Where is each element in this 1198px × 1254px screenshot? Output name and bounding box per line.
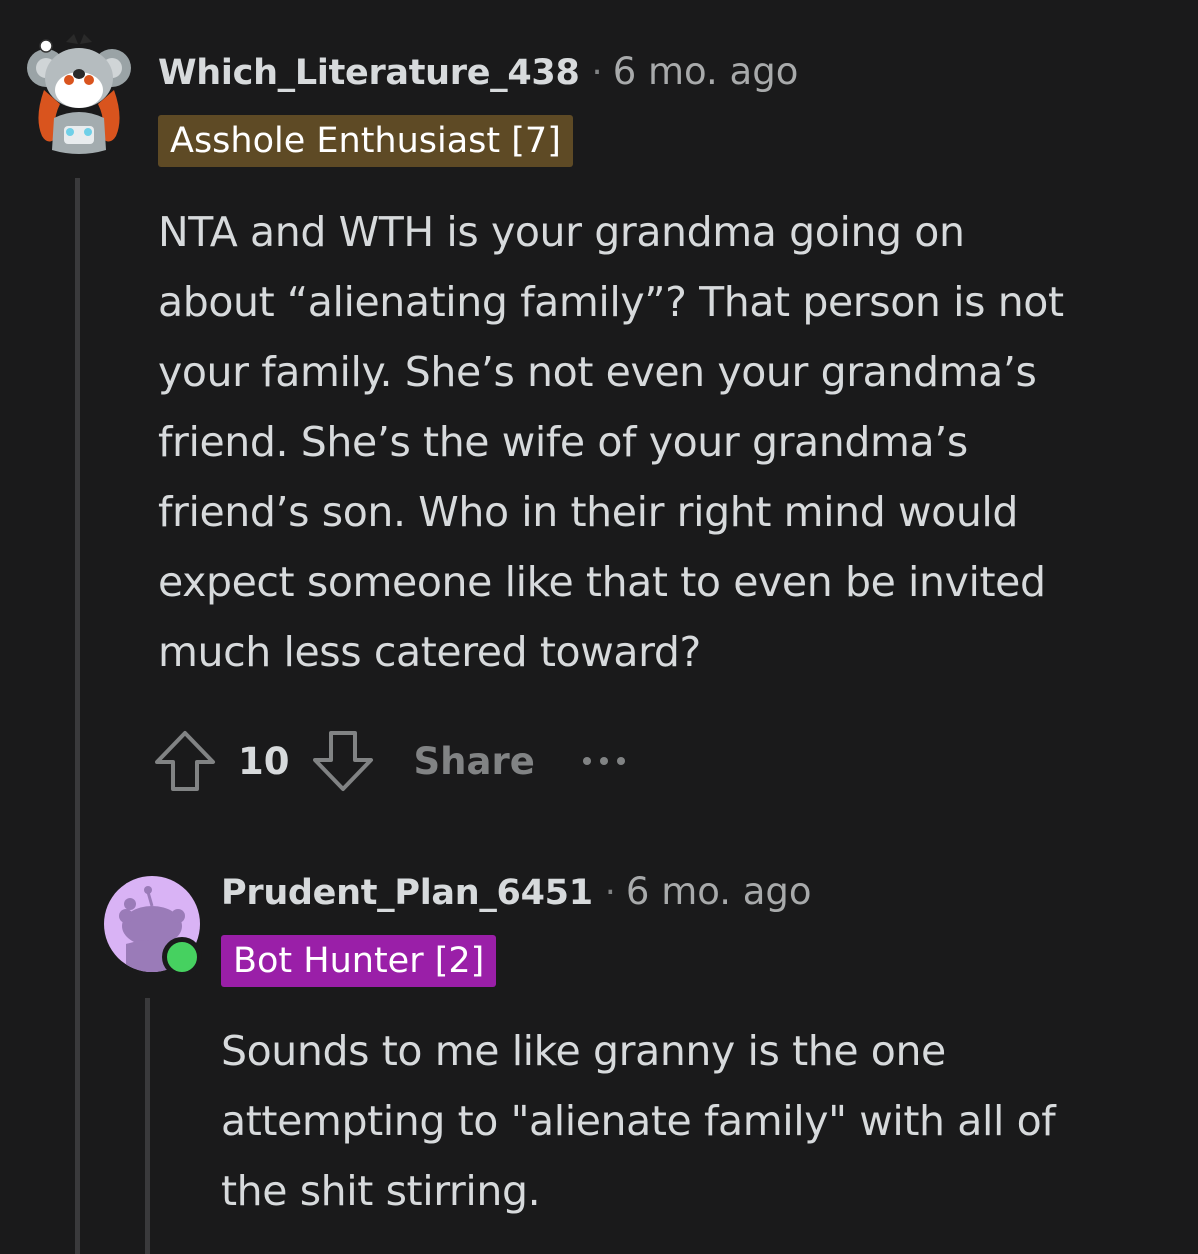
downvote-icon[interactable]: [310, 728, 376, 794]
comment-text-line: the shit stirring.: [221, 1167, 541, 1215]
comment-body: NTA and WTH is your grandma going on abo…: [158, 197, 1064, 687]
comment-text-line: Sounds to me like granny is the one: [221, 1027, 946, 1075]
upvote-icon[interactable]: [152, 728, 218, 794]
comment-body: Sounds to me like granny is the one atte…: [221, 1016, 1056, 1226]
more-options-icon[interactable]: [582, 757, 625, 765]
user-flair: Asshole Enthusiast [7]: [158, 115, 573, 167]
separator: ·: [591, 53, 603, 93]
comment-text-line: about “alienating family”? That person i…: [158, 278, 1064, 326]
comment-actions: 10 Share: [152, 726, 625, 796]
timestamp[interactable]: 6 mo. ago: [626, 870, 812, 913]
vote-score: 10: [238, 739, 290, 783]
comment-text-line: friend’s son. Who in their right mind wo…: [158, 488, 1019, 536]
user-flair: Bot Hunter [2]: [221, 935, 497, 987]
username[interactable]: Which_Literature_438: [158, 53, 580, 93]
comment-text-line: expect someone like that to even be invi…: [158, 558, 1046, 606]
username[interactable]: Prudent_Plan_6451: [221, 873, 593, 913]
comment-text-line: much less catered toward?: [158, 628, 701, 676]
comment-text-line: NTA and WTH is your grandma going on: [158, 208, 965, 256]
comment-text-line: your family. She’s not even your grandma…: [158, 348, 1037, 396]
comment-text-line: friend. She’s the wife of your grandma’s: [158, 418, 968, 466]
timestamp[interactable]: 6 mo. ago: [613, 50, 799, 93]
comment-text-line: attempting to "alienate family" with all…: [221, 1097, 1056, 1145]
thread-line-2[interactable]: [145, 998, 150, 1254]
comment-meta: Which_Literature_438 · 6 mo. ago: [158, 50, 798, 93]
online-status-indicator: [162, 937, 202, 977]
thread-line-1[interactable]: [75, 178, 80, 1254]
comment-meta: Prudent_Plan_6451 · 6 mo. ago: [221, 870, 812, 913]
koala-avatar-icon: [27, 34, 131, 154]
share-button[interactable]: Share: [414, 740, 535, 783]
avatar[interactable]: [26, 28, 132, 158]
separator: ·: [604, 873, 616, 913]
